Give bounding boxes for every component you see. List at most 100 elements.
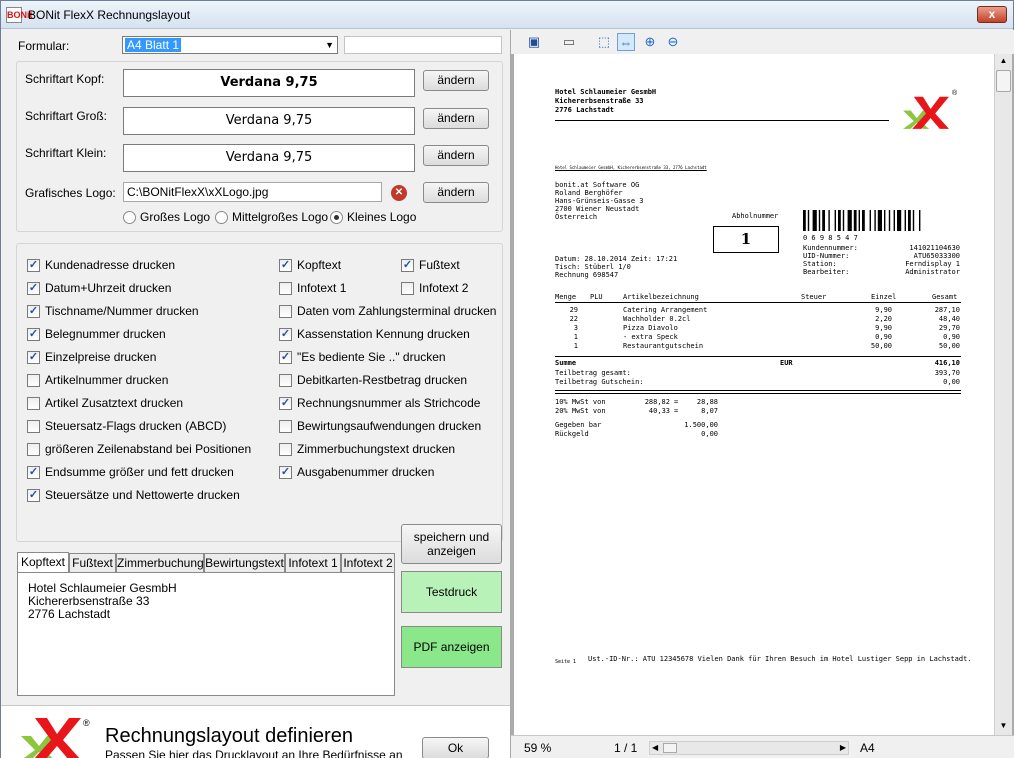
receipt-footer-text: Ust.-ID-Nr.: ATU 12345678 Vielen Dank fü… xyxy=(588,655,972,663)
item-einzel: 50,00 xyxy=(870,342,892,350)
option-label: Kassenstation Kennung drucken xyxy=(297,327,470,341)
pdf-viewer[interactable]: Hotel Schlaumeier GesmbH Kichererbsenstr… xyxy=(511,54,1014,735)
barcode-bar xyxy=(884,210,886,231)
option-label: Belegnummer drucken xyxy=(45,327,166,341)
option-checkbox[interactable]: ✓ Steuersätze und Nettowerte drucken xyxy=(27,488,240,504)
option-checkbox[interactable]: größeren Zeilenabstand bei Positionen xyxy=(27,442,251,458)
barcode-bar xyxy=(893,210,895,231)
option-label: Zimmerbuchungstext drucken xyxy=(297,442,456,456)
item-gesamt: 287,10 xyxy=(934,306,960,314)
barcode-bar xyxy=(862,210,865,231)
ok-button[interactable]: Ok xyxy=(422,737,489,758)
barcode-bar xyxy=(807,210,810,231)
formular-extra-field[interactable] xyxy=(344,36,502,54)
logo-size-small[interactable]: Kleines Logo xyxy=(330,210,416,226)
scroll-down-icon[interactable]: ▼ xyxy=(996,719,1011,733)
option-checkbox[interactable]: ✓ Fußtext xyxy=(401,258,460,274)
option-checkbox[interactable]: Debitkarten-Restbetrag drucken xyxy=(279,373,467,389)
h-scroll-thumb[interactable] xyxy=(663,743,677,753)
option-checkbox[interactable]: ✓ Datum+Uhrzeit drucken xyxy=(27,281,171,297)
teil-label: Teilbetrag Gutschein: xyxy=(555,378,644,386)
zoom-in-icon[interactable]: ⊕ xyxy=(641,33,659,51)
barcode-bar xyxy=(897,210,902,231)
tab-infotext-2[interactable]: Infotext 2 xyxy=(341,553,395,573)
tab-zimmerbuchung[interactable]: Zimmerbuchung xyxy=(116,553,204,573)
option-checkbox[interactable]: ✓ Belegnummer drucken xyxy=(27,327,166,343)
barcode-bar xyxy=(904,210,906,231)
close-button[interactable]: x xyxy=(977,6,1007,23)
clear-logo-icon[interactable]: ✕ xyxy=(391,185,407,201)
tab-infotext-1[interactable]: Infotext 1 xyxy=(285,553,341,573)
option-label: Steuersätze und Nettowerte drucken xyxy=(45,488,240,502)
zoom-out-icon[interactable]: ⊖ xyxy=(664,33,682,51)
radio-dot xyxy=(123,211,136,224)
formular-select[interactable]: A4 Blatt 1 ▼ xyxy=(122,36,338,54)
title-bar: BONit BONit FlexX Rechnungslayout x xyxy=(1,1,1013,29)
barcode-bar xyxy=(869,210,871,231)
logo-path-field[interactable]: C:\BONitFlexX\xXLogo.jpg xyxy=(123,182,382,202)
option-checkbox[interactable]: ✓ Kundenadresse drucken xyxy=(27,258,175,274)
scroll-up-icon[interactable]: ▲ xyxy=(996,54,1011,68)
pay-value: 0,00 xyxy=(701,430,718,438)
option-checkbox[interactable]: ✓ Kassenstation Kennung drucken xyxy=(279,327,470,343)
abholnummer-box: 1 xyxy=(713,226,779,253)
checkbox-empty xyxy=(279,305,292,318)
currency: EUR xyxy=(780,359,793,367)
divider xyxy=(555,390,961,391)
tab-kopftext[interactable]: Kopftext xyxy=(17,552,69,573)
status-bar: 59 % 1 / 1 ◀ ▶ A4 xyxy=(511,735,1014,758)
option-checkbox[interactable]: Bewirtungsaufwendungen drucken xyxy=(279,419,481,435)
logo-size-large[interactable]: Großes Logo xyxy=(123,210,210,226)
save-icon[interactable]: ▣ xyxy=(525,33,543,51)
checkbox-empty xyxy=(279,443,292,456)
font-gross-change-button[interactable]: ändern xyxy=(423,108,489,129)
scroll-right-icon[interactable]: ▶ xyxy=(840,742,846,754)
tab-fusstext[interactable]: Fußtext xyxy=(69,553,116,573)
option-checkbox[interactable]: Artikel Zusatztext drucken xyxy=(27,396,183,412)
option-checkbox[interactable]: Steuersatz-Flags drucken (ABCD) xyxy=(27,419,226,435)
option-checkbox[interactable]: ✓ Ausgabenummer drucken xyxy=(279,465,434,481)
logo-size-medium[interactable]: Mittelgroßes Logo xyxy=(215,210,328,226)
col-einzel: Einzel xyxy=(871,293,897,301)
receipt-registered-mark: ® xyxy=(952,90,958,97)
print-icon[interactable]: ▭ xyxy=(560,33,578,51)
horizontal-scrollbar[interactable]: ◀ ▶ xyxy=(649,741,849,755)
testdruck-button[interactable]: Testdruck xyxy=(401,571,502,613)
vertical-scrollbar[interactable]: ▲ ▼ xyxy=(994,54,1012,735)
checkmark-icon: ✓ xyxy=(27,489,40,502)
scroll-left-icon[interactable]: ◀ xyxy=(652,742,658,754)
option-checkbox[interactable]: ✓ "Es bediente Sie .." drucken xyxy=(279,350,446,366)
scroll-thumb[interactable] xyxy=(996,70,1011,92)
fit-width-icon[interactable]: ⇔ xyxy=(617,33,635,51)
option-checkbox[interactable]: ✓ Tischname/Nummer drucken xyxy=(27,304,199,320)
checkmark-icon: ✓ xyxy=(279,351,292,364)
radio-dot xyxy=(330,211,343,224)
info-label: Bearbeiter: xyxy=(803,268,850,276)
tab-bewirtungstext[interactable]: Bewirtungstext xyxy=(204,553,285,573)
option-checkbox[interactable]: Infotext 2 xyxy=(401,281,468,297)
kopftext-editor[interactable]: Hotel Schlaumeier GesmbH Kichererbsenstr… xyxy=(17,572,395,696)
customer-line: Roland Berghöfer xyxy=(555,189,623,197)
tax-label: 20% MwSt von xyxy=(555,407,606,415)
option-checkbox[interactable]: Daten vom Zahlungsterminal drucken xyxy=(279,304,496,320)
receipt-sender: 2776 Lachstadt xyxy=(555,106,615,114)
option-checkbox[interactable]: ✓ Kopftext xyxy=(279,258,341,274)
option-label: Tischname/Nummer drucken xyxy=(45,304,199,318)
option-checkbox[interactable]: Artikelnummer drucken xyxy=(27,373,168,389)
pdf-show-button[interactable]: PDF anzeigen xyxy=(401,626,502,668)
option-checkbox[interactable]: ✓ Rechnungsnummer als Strichcode xyxy=(279,396,480,412)
option-checkbox[interactable]: ✓ Einzelpreise drucken xyxy=(27,350,156,366)
option-checkbox[interactable]: ✓ Endsumme größer und fett drucken xyxy=(27,465,234,481)
info-label: Kundennummer: xyxy=(803,244,858,252)
fit-page-icon[interactable]: ⬚ xyxy=(595,33,613,51)
option-checkbox[interactable]: Zimmerbuchungstext drucken xyxy=(279,442,455,458)
col-plu: PLU xyxy=(590,293,603,301)
font-kopf-change-button[interactable]: ändern xyxy=(423,70,489,91)
option-checkbox[interactable]: Infotext 1 xyxy=(279,281,346,297)
logo-change-button[interactable]: ändern xyxy=(423,182,489,203)
font-klein-change-button[interactable]: ändern xyxy=(423,145,489,166)
info-label: UID-Nummer: xyxy=(803,252,850,260)
item-einzel: 0,90 xyxy=(875,333,892,341)
item-menge: 3 xyxy=(573,324,578,332)
save-and-show-button[interactable]: speichern und anzeigen xyxy=(401,524,502,564)
